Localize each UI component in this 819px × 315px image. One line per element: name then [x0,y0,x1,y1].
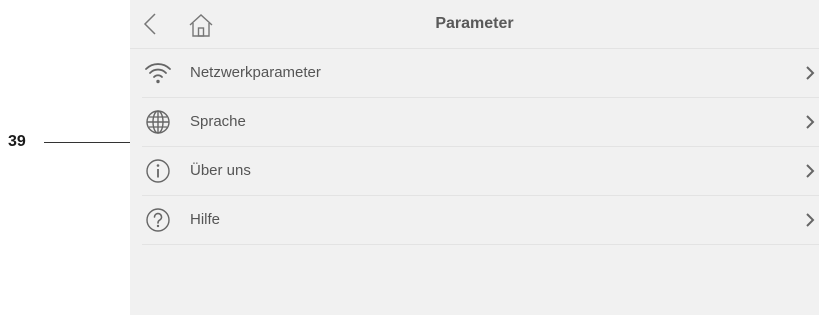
menu-item-sprache[interactable]: Sprache [142,98,819,147]
globe-icon [144,108,172,136]
header-bar: Parameter [130,0,819,49]
chevron-right-icon [803,210,817,230]
page-title: Parameter [435,15,514,32]
callout-line [44,142,130,143]
menu-item-label: Netzwerkparameter [190,64,321,81]
chevron-right-icon [803,161,817,181]
help-icon [144,206,172,234]
info-icon [144,157,172,185]
menu-item-hilfe[interactable]: Hilfe [142,196,819,245]
chevron-right-icon [803,63,817,83]
menu-item-label: Hilfe [190,211,221,228]
menu-item-label: Über uns [190,162,251,179]
menu-item-netzwerkparameter[interactable]: Netzwerkparameter [142,49,819,98]
chevron-right-icon [803,112,817,132]
settings-list: Netzwerkparameter Sprache Über uns Hilfe [142,49,819,245]
menu-item-ueber-uns[interactable]: Über uns [142,147,819,196]
device-screen: Parameter Netzwerkparameter Sprache Über… [130,0,819,315]
callout-number: 39 [8,133,26,150]
wifi-icon [144,59,172,87]
menu-item-label: Sprache [190,113,246,130]
